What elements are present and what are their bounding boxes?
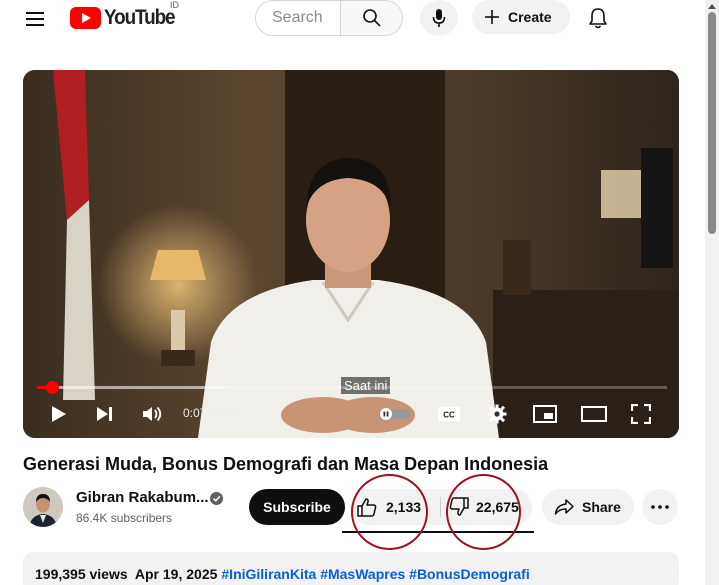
play-icon bbox=[52, 406, 66, 422]
theater-mode-button[interactable] bbox=[579, 398, 609, 430]
video-player[interactable]: Saat ini 0:07 / 6:19 CC bbox=[23, 70, 679, 438]
channel-avatar[interactable] bbox=[23, 487, 63, 527]
autoplay-toggle-icon bbox=[379, 408, 411, 420]
fullscreen-icon bbox=[631, 404, 651, 424]
scroll-up-arrow-icon[interactable] bbox=[708, 4, 716, 9]
fullscreen-button[interactable] bbox=[627, 398, 655, 430]
subscriber-count: 86.4K subscribers bbox=[76, 511, 173, 525]
like-count: 2,133 bbox=[386, 499, 422, 515]
more-horizontal-icon bbox=[651, 505, 669, 509]
like-dislike-group: 2,133 22,675 bbox=[350, 489, 532, 525]
next-button[interactable] bbox=[91, 398, 119, 430]
search-input[interactable] bbox=[256, 1, 340, 35]
masthead: YouTube ID Create bbox=[0, 0, 705, 40]
autoplay-toggle[interactable] bbox=[377, 398, 413, 430]
miniplayer-button[interactable] bbox=[531, 398, 559, 430]
video-title: Generasi Muda, Bonus Demografi dan Masa … bbox=[23, 454, 549, 474]
scrollbar-thumb[interactable] bbox=[708, 12, 716, 234]
volume-icon bbox=[143, 406, 162, 422]
like-bar-underline bbox=[342, 531, 534, 533]
share-label: Share bbox=[582, 499, 621, 515]
progress-bar[interactable] bbox=[37, 381, 667, 394]
miniplayer-icon bbox=[533, 405, 557, 423]
progress-scrubber-handle[interactable] bbox=[46, 381, 59, 394]
gear-icon bbox=[487, 404, 507, 424]
volume-button[interactable] bbox=[139, 398, 167, 430]
more-actions-button[interactable] bbox=[642, 489, 678, 525]
thumbs-up-icon bbox=[357, 498, 377, 517]
youtube-play-logo-icon bbox=[70, 7, 101, 29]
player-controls: 0:07 / 6:19 CC bbox=[23, 398, 679, 430]
dislike-count: 22,675 bbox=[476, 499, 519, 515]
avatar-image bbox=[23, 487, 63, 527]
views-and-date: 199,395 views Apr 19, 2025 bbox=[35, 566, 218, 582]
voice-search-button[interactable] bbox=[420, 0, 458, 36]
like-button[interactable]: 2,133 bbox=[350, 489, 440, 525]
share-button[interactable]: Share bbox=[542, 489, 634, 525]
theater-mode-icon bbox=[581, 406, 607, 422]
channel-name[interactable]: Gibran Rakabum... bbox=[76, 489, 209, 506]
search-button[interactable] bbox=[340, 1, 402, 35]
settings-button[interactable] bbox=[483, 398, 511, 430]
description-box[interactable]: 199,395 views Apr 19, 2025 #IniGiliranKit… bbox=[23, 552, 679, 585]
verified-badge-icon bbox=[210, 492, 223, 505]
next-icon bbox=[97, 407, 112, 421]
closed-captions-icon: CC bbox=[438, 407, 460, 421]
share-icon bbox=[554, 499, 574, 515]
bell-icon bbox=[589, 8, 607, 29]
play-button[interactable] bbox=[45, 398, 73, 430]
page-scrollbar[interactable] bbox=[705, 0, 719, 585]
like-dislike-divider bbox=[440, 497, 441, 517]
time-display: 0:07 / 6:19 bbox=[183, 406, 240, 420]
create-label: Create bbox=[508, 9, 552, 25]
hashtags[interactable]: #IniGiliranKita #MasWapres #BonusDemogra… bbox=[221, 566, 529, 582]
search-icon bbox=[362, 9, 381, 27]
youtube-logo[interactable]: YouTube bbox=[70, 5, 182, 31]
thumbs-down-icon bbox=[449, 497, 469, 516]
dislike-button[interactable]: 22,675 bbox=[444, 489, 532, 525]
logo-text: YouTube bbox=[104, 6, 176, 29]
country-code: ID bbox=[170, 0, 179, 10]
progress-loaded bbox=[37, 386, 226, 389]
subtitles-button[interactable]: CC bbox=[435, 398, 463, 430]
notifications-button[interactable] bbox=[584, 4, 612, 32]
svg-text:CC: CC bbox=[443, 411, 455, 420]
subscribe-button[interactable]: Subscribe bbox=[249, 489, 345, 525]
plus-icon bbox=[485, 10, 499, 24]
microphone-icon bbox=[432, 9, 446, 27]
create-button[interactable]: Create bbox=[472, 0, 570, 34]
menu-icon[interactable] bbox=[24, 9, 46, 27]
search-box bbox=[255, 0, 403, 36]
